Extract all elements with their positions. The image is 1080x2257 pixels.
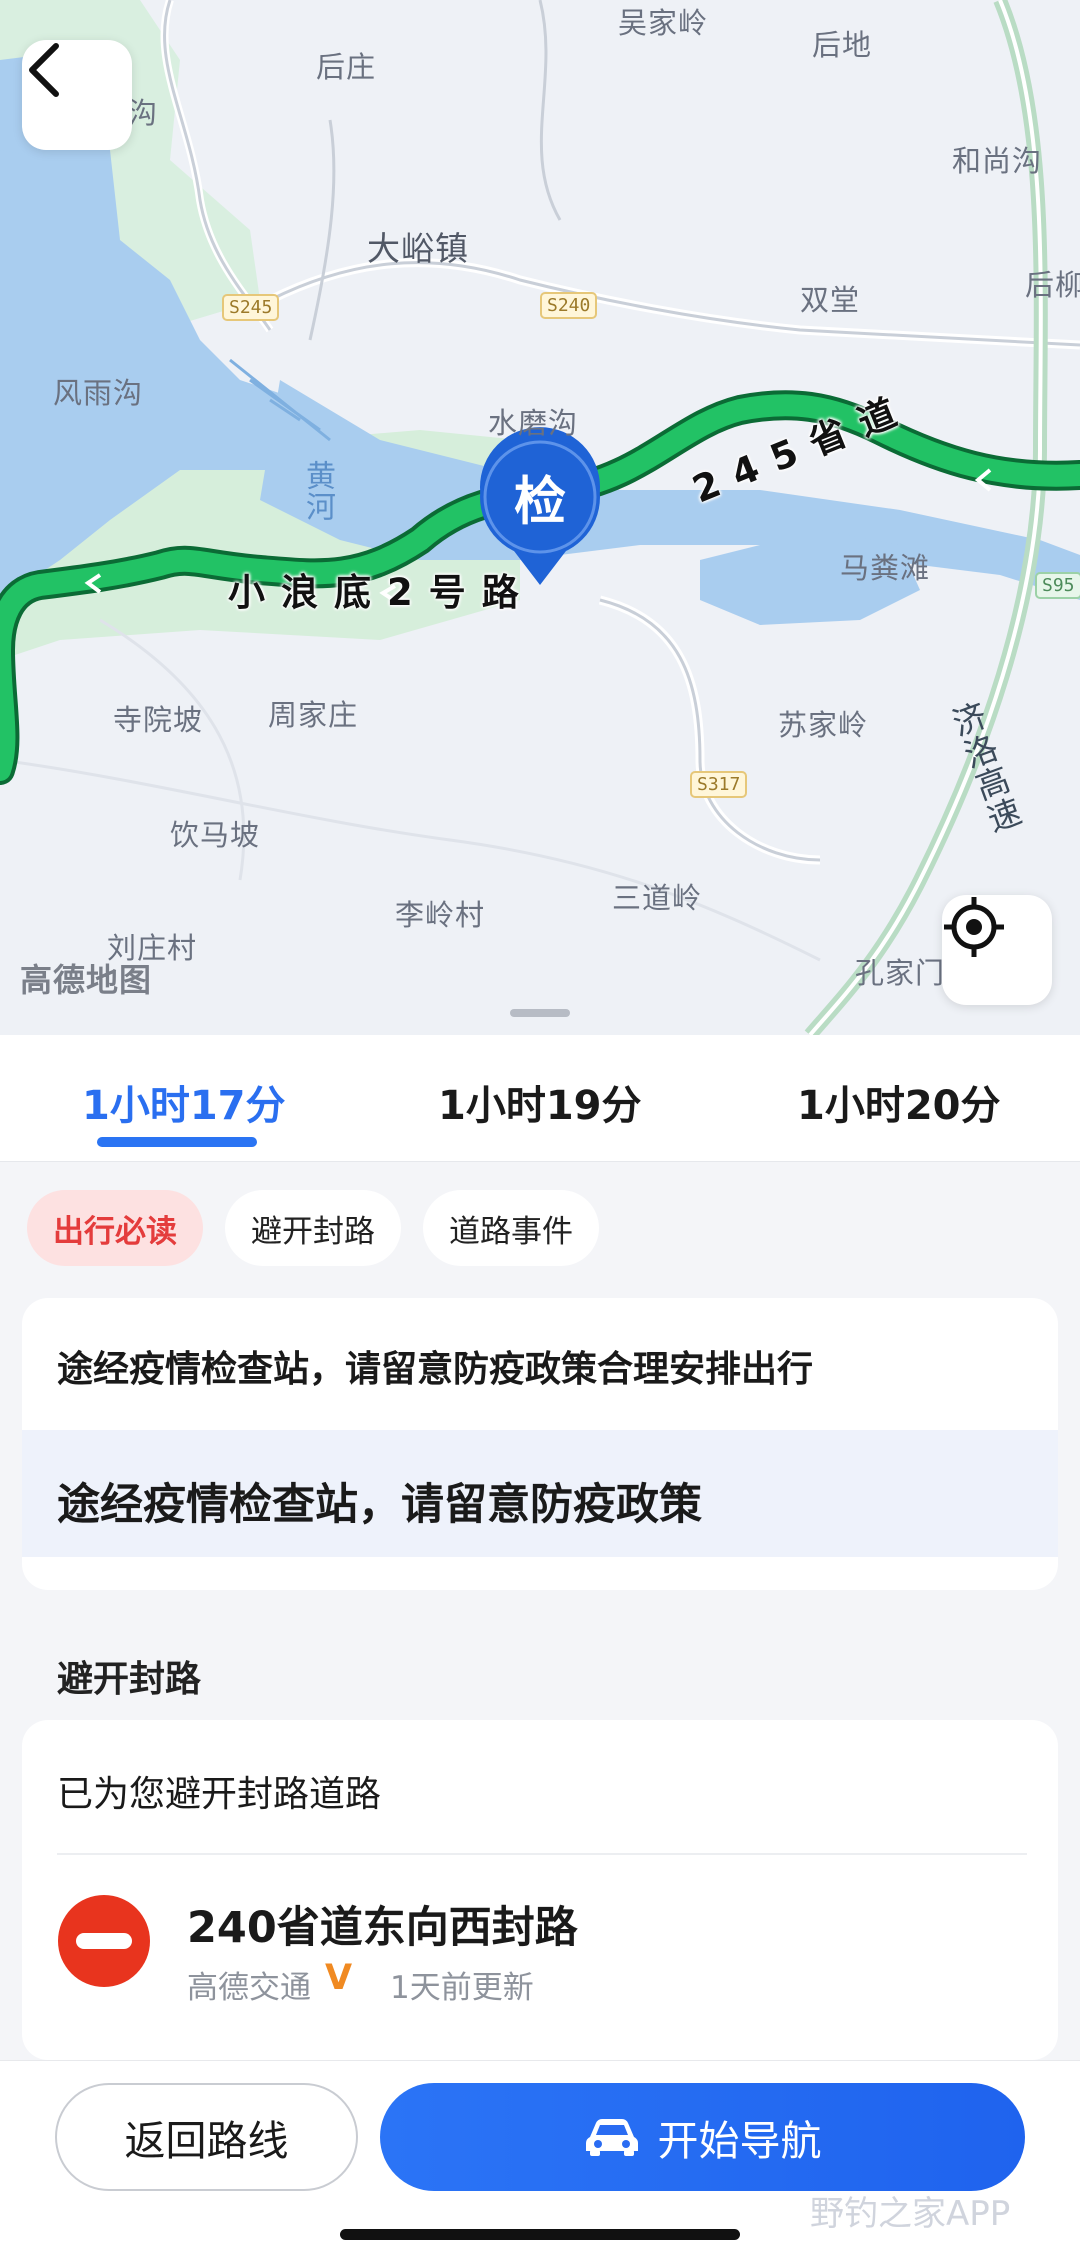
section-title: 避开封路 — [57, 1659, 202, 1700]
notice-text-highlight: 途经疫情检查站，请留意防疫政策 — [57, 1480, 702, 1530]
place-label: 苏家岭 — [778, 708, 869, 742]
place-label: 和尚沟 — [952, 144, 1043, 178]
place-label: 水磨沟 — [488, 406, 579, 440]
chip-travel-notice[interactable]: 出行必读 — [27, 1190, 203, 1266]
home-indicator[interactable] — [340, 2229, 740, 2240]
place-label: 后地 — [812, 28, 873, 62]
road-shield: S317 — [690, 771, 748, 798]
start-navigation-label: 开始导航 — [657, 2117, 822, 2165]
sheet-drag-handle[interactable] — [510, 1009, 570, 1017]
road-shield: S240 — [540, 292, 598, 319]
place-label: 马粪滩 — [840, 551, 931, 585]
road-shield: S95 — [1035, 572, 1080, 599]
tab-route-3[interactable]: 1小时20分 — [797, 1073, 1001, 1131]
chevron-left-icon — [29, 43, 59, 97]
app: 吴家岭 后地 后庄 和尚沟 沟 后柳 大峪镇 双堂 风雨沟 水磨沟 黄河 马粪滩… — [0, 0, 1080, 2257]
notice-text: 途经疫情检查站，请留意防疫政策合理安排出行 — [57, 1349, 814, 1390]
car-icon — [585, 2119, 638, 2156]
place-label: 后柳 — [1025, 268, 1080, 302]
divider — [57, 1853, 1027, 1855]
tab-route-1[interactable]: 1小时17分 — [82, 1073, 286, 1131]
place-label: 孔家门 — [855, 956, 946, 990]
closure-updated-time: 1天前更新 — [390, 1970, 534, 2006]
place-label: 饮马坡 — [170, 818, 261, 852]
closure-item-title[interactable]: 240省道东向西封路 — [187, 1893, 578, 1955]
place-label: 沟 — [128, 96, 159, 130]
chip-road-events[interactable]: 道路事件 — [423, 1190, 599, 1266]
place-label: 李岭村 — [395, 898, 486, 932]
return-route-label: 返回路线 — [124, 2117, 289, 2165]
verified-badge-icon: V — [325, 1958, 353, 1998]
place-label: 后庄 — [316, 50, 377, 84]
no-entry-icon — [58, 1895, 150, 1987]
place-label: 周家庄 — [268, 698, 359, 732]
back-button[interactable] — [22, 40, 132, 150]
return-route-button[interactable]: 返回路线 — [55, 2083, 358, 2191]
place-label: 三道岭 — [612, 881, 703, 915]
place-label: 双堂 — [800, 283, 861, 317]
place-label: 寺院坡 — [113, 703, 204, 737]
road-shield: S245 — [222, 294, 280, 321]
locate-button[interactable] — [942, 895, 1052, 1005]
river-label: 黄河 — [300, 460, 335, 522]
closure-header: 已为您避开封路道路 — [57, 1774, 382, 1815]
place-label: 风雨沟 — [53, 376, 144, 410]
route-road-label: 小浪底2号路 — [228, 571, 535, 614]
chip-avoid-closure[interactable]: 避开封路 — [225, 1190, 401, 1266]
checkpoint-marker-label: 检 — [513, 472, 567, 533]
map-logo: 高德地图 — [20, 961, 153, 999]
place-label: 吴家岭 — [618, 6, 709, 40]
start-navigation-button[interactable]: 开始导航 — [380, 2083, 1025, 2191]
tab-route-2[interactable]: 1小时19分 — [438, 1073, 642, 1131]
watermark-text: 野钓之家APP — [810, 2194, 1011, 2234]
active-tab-indicator — [97, 1137, 257, 1147]
map-view[interactable]: 吴家岭 后地 后庄 和尚沟 沟 后柳 大峪镇 双堂 风雨沟 水磨沟 黄河 马粪滩… — [0, 0, 1080, 1035]
place-label: 大峪镇 — [367, 229, 469, 268]
crosshair-icon — [944, 897, 1004, 957]
closure-source: 高德交通 — [187, 1970, 311, 2006]
